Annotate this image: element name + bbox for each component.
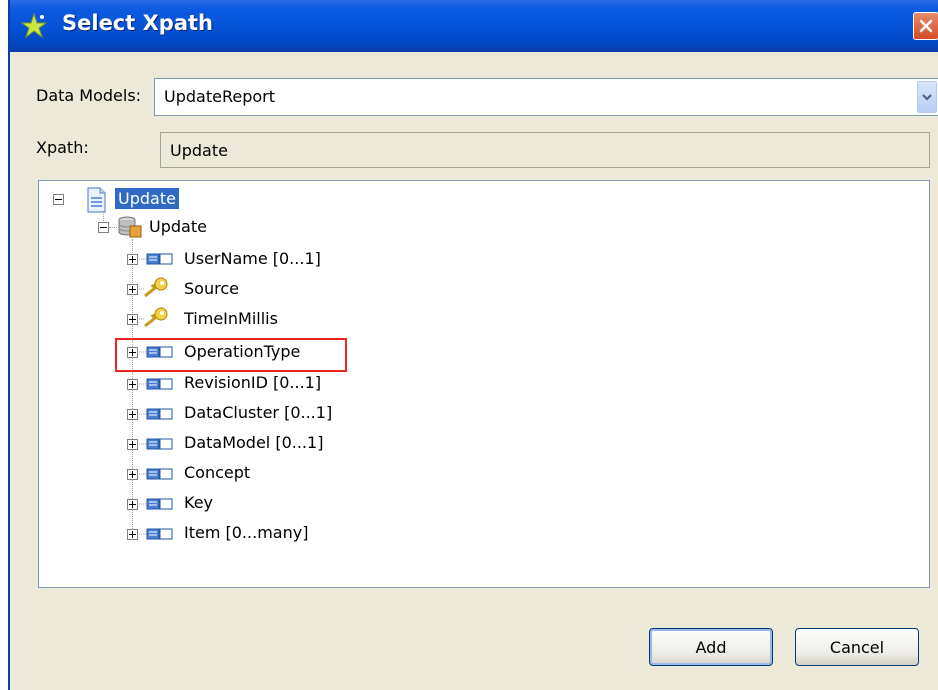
tree-node-label[interactable]: DataCluster [0...1] [184, 403, 332, 422]
expand-toggle[interactable] [127, 284, 138, 295]
expand-toggle[interactable] [127, 379, 138, 390]
select-xpath-dialog: Select Xpath Data Models: UpdateReport X… [8, 0, 938, 690]
expand-toggle[interactable] [127, 314, 138, 325]
data-models-value: UpdateReport [164, 87, 275, 106]
element-icon [139, 378, 173, 390]
expand-toggle[interactable] [127, 499, 138, 510]
expand-toggle[interactable] [127, 529, 138, 540]
expand-toggle[interactable] [127, 439, 138, 450]
tree-node-label[interactable]: TimeInMillis [184, 309, 278, 328]
data-models-dropdown[interactable]: UpdateReport [154, 78, 938, 116]
tree-root-label[interactable]: Update [115, 188, 179, 209]
tree-node-label[interactable]: Update [149, 217, 207, 236]
key-icon [139, 277, 168, 298]
cancel-button[interactable]: Cancel [795, 628, 919, 666]
xpath-tree[interactable]: Update Update UserName [0...1] Source Ti… [38, 180, 930, 588]
tree-node-label[interactable]: Item [0...many] [184, 523, 308, 542]
wizard-star-icon [20, 12, 48, 39]
element-icon [139, 498, 173, 510]
tree-connector [109, 227, 117, 228]
highlight-box [115, 338, 347, 372]
element-icon [139, 253, 173, 265]
tree-node-label[interactable]: Source [184, 279, 239, 298]
element-icon [139, 468, 173, 480]
document-icon [87, 187, 106, 213]
element-icon [139, 438, 173, 450]
tree-node-label[interactable]: RevisionID [0...1] [184, 373, 321, 392]
close-button[interactable] [913, 12, 938, 40]
tree-node-label[interactable]: Key [184, 493, 213, 512]
element-icon [139, 408, 173, 420]
element-icon [139, 528, 173, 540]
close-icon [919, 19, 933, 33]
collapse-toggle[interactable] [53, 194, 64, 205]
tree-node-label[interactable]: UserName [0...1] [184, 249, 321, 268]
expand-toggle[interactable] [127, 254, 138, 265]
xpath-label: Xpath: [36, 138, 89, 157]
tree-node-label[interactable]: DataModel [0...1] [184, 433, 323, 452]
dropdown-button[interactable] [917, 81, 937, 113]
collapse-toggle[interactable] [98, 222, 109, 233]
expand-toggle[interactable] [127, 409, 138, 420]
tree-node-label[interactable]: Concept [184, 463, 250, 482]
xpath-field: Update [160, 132, 930, 168]
key-icon [139, 307, 168, 328]
entity-icon [118, 216, 142, 238]
data-models-label: Data Models: [36, 86, 142, 105]
add-button[interactable]: Add [649, 628, 773, 666]
xpath-value: Update [170, 141, 228, 160]
dialog-title: Select Xpath [62, 11, 213, 35]
expand-toggle[interactable] [127, 469, 138, 480]
title-bar[interactable]: Select Xpath [10, 0, 938, 52]
chevron-down-icon [922, 94, 932, 101]
